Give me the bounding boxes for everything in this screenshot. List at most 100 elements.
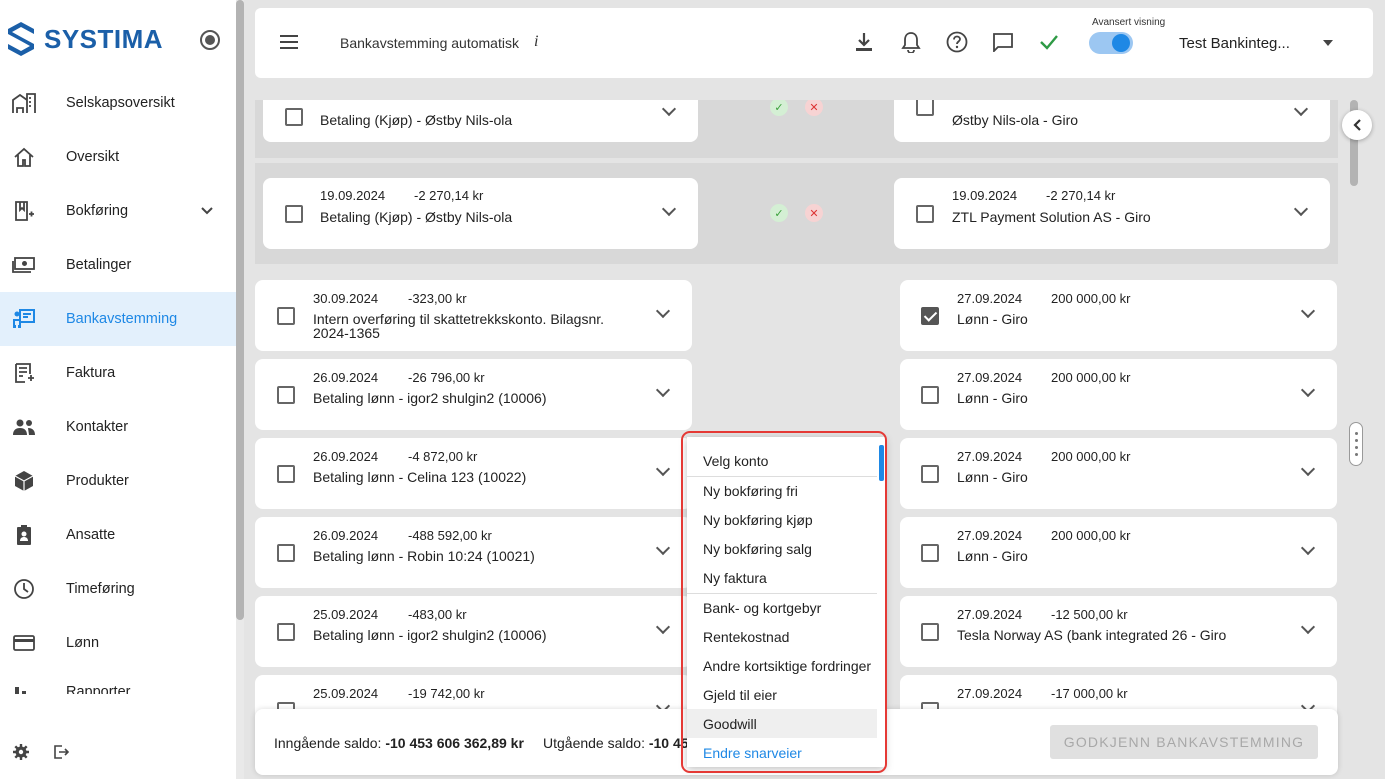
menu-item-bank-og-kortgebyr[interactable]: Bank- og kortgebyr bbox=[687, 593, 877, 622]
status-dot-icon[interactable] bbox=[200, 30, 220, 50]
chevron-down-icon[interactable] bbox=[200, 203, 214, 219]
sidebar-item-timeforing[interactable]: Timeføring bbox=[0, 562, 236, 616]
chevron-down-icon[interactable] bbox=[655, 382, 671, 398]
entry-description: Lønn - Giro bbox=[957, 390, 1028, 406]
chevron-down-icon[interactable] bbox=[1300, 461, 1316, 477]
help-icon[interactable] bbox=[945, 30, 969, 54]
chevron-down-icon[interactable] bbox=[655, 540, 671, 556]
chevron-down-icon[interactable] bbox=[1293, 101, 1309, 117]
entry-description: Tesla Norway AS (bank integrated 26 - Gi… bbox=[957, 627, 1227, 643]
bank-transaction-card[interactable]: 26.09.2024 -488 592,00 kr Betaling lønn … bbox=[255, 517, 692, 588]
menu-item-gjeld-til-eier[interactable]: Gjeld til eier bbox=[687, 680, 877, 709]
checkmark-icon[interactable] bbox=[1037, 30, 1061, 54]
select-checkbox[interactable] bbox=[921, 623, 939, 641]
matched-group: Betaling (Kjøp) - Østby Nils-ola ✓ ✕ Øst… bbox=[255, 100, 1338, 158]
menu-item-andre-kortsiktige-fordringer[interactable]: Andre kortsiktige fordringer bbox=[687, 651, 877, 680]
select-checkbox[interactable] bbox=[285, 205, 303, 223]
sidebar-item-produkter[interactable]: Produkter bbox=[0, 454, 236, 508]
chat-icon[interactable] bbox=[991, 30, 1015, 54]
sidebar-item-betalinger[interactable]: Betalinger bbox=[0, 238, 236, 292]
chevron-down-icon[interactable] bbox=[1300, 540, 1316, 556]
bell-icon[interactable] bbox=[899, 30, 923, 54]
accept-match-icon[interactable]: ✓ bbox=[770, 100, 788, 116]
bank-transaction-card[interactable]: 26.09.2024 -26 796,00 kr Betaling lønn -… bbox=[255, 359, 692, 430]
chevron-down-icon[interactable] bbox=[661, 201, 677, 217]
sidebar-item-lonn[interactable]: Lønn bbox=[0, 616, 236, 670]
entry-amount: 200 000,00 kr bbox=[1051, 291, 1131, 306]
select-checkbox[interactable] bbox=[277, 465, 295, 483]
accept-match-icon[interactable]: ✓ bbox=[770, 204, 788, 222]
opening-balance-label: Inngående saldo: bbox=[274, 735, 382, 751]
entry-date: 27.09.2024 bbox=[957, 607, 1023, 622]
ledger-entry-card[interactable]: 27.09.2024 200 000,00 kr Lønn - Giro bbox=[900, 280, 1337, 351]
caret-down-icon[interactable] bbox=[1323, 40, 1333, 46]
menu-item-ny-faktura[interactable]: Ny faktura bbox=[687, 563, 877, 592]
info-icon[interactable]: i bbox=[534, 33, 538, 51]
entry-amount: 200 000,00 kr bbox=[1051, 449, 1131, 464]
chevron-down-icon[interactable] bbox=[655, 461, 671, 477]
chevron-down-icon[interactable] bbox=[1300, 303, 1316, 319]
edit-shortcuts-link[interactable]: Endre snarveier bbox=[687, 738, 877, 767]
bank-transaction-card[interactable]: 19.09.2024 -2 270,14 kr Betaling (Kjøp) … bbox=[263, 178, 698, 249]
sidebar-item-bokforing[interactable]: Bokføring bbox=[0, 184, 236, 238]
bank-transaction-card[interactable]: 30.09.2024 -323,00 kr Intern overføring … bbox=[255, 280, 692, 351]
chevron-left-icon bbox=[1353, 119, 1361, 131]
approve-reconciliation-button[interactable]: GODKJENN BANKAVSTEMMING bbox=[1050, 725, 1318, 759]
sidebar-item-faktura[interactable]: Faktura bbox=[0, 346, 236, 400]
ledger-entry-card[interactable]: 27.09.2024 -12 500,00 kr Tesla Norway AS… bbox=[900, 596, 1337, 667]
sidebar-item-kontakter[interactable]: Kontakter bbox=[0, 400, 236, 454]
sidebar-item-bankavstemming[interactable]: Bankavstemming bbox=[0, 292, 236, 346]
chevron-down-icon[interactable] bbox=[655, 303, 671, 319]
sidebar-item-oversikt[interactable]: Oversikt bbox=[0, 130, 236, 184]
entry-date: 19.09.2024 bbox=[952, 188, 1018, 203]
select-checkbox[interactable] bbox=[921, 386, 939, 404]
select-checkbox[interactable] bbox=[285, 108, 303, 126]
select-checkbox[interactable] bbox=[916, 205, 934, 223]
ledger-entry-card[interactable]: 27.09.2024 200 000,00 kr Lønn - Giro bbox=[900, 517, 1337, 588]
ledger-entry-card[interactable]: Østby Nils-ola - Giro bbox=[894, 100, 1330, 142]
select-checkbox-checked[interactable] bbox=[921, 307, 939, 325]
sidebar-scrollbar[interactable] bbox=[236, 0, 244, 779]
select-checkbox[interactable] bbox=[277, 386, 295, 404]
sidebar-item-ansatte[interactable]: Ansatte bbox=[0, 508, 236, 562]
resize-handle[interactable] bbox=[1349, 422, 1363, 466]
menu-item-ny-bokforing-fri[interactable]: Ny bokføring fri bbox=[687, 476, 877, 505]
chevron-down-icon[interactable] bbox=[1300, 382, 1316, 398]
bank-transaction-card[interactable]: 25.09.2024 -483,00 kr Betaling lønn - ig… bbox=[255, 596, 692, 667]
select-checkbox[interactable] bbox=[921, 465, 939, 483]
chevron-down-icon[interactable] bbox=[655, 619, 671, 635]
payments-icon bbox=[12, 253, 36, 277]
logout-icon[interactable] bbox=[52, 743, 70, 764]
reject-match-icon[interactable]: ✕ bbox=[805, 204, 823, 222]
collapse-panel-button[interactable] bbox=[1342, 110, 1372, 140]
company-selector[interactable]: Test Bankinteg... bbox=[1179, 35, 1290, 52]
chevron-down-icon[interactable] bbox=[1300, 619, 1316, 635]
reject-match-icon[interactable]: ✕ bbox=[805, 100, 823, 116]
menu-icon[interactable] bbox=[280, 35, 298, 49]
menu-item-ny-bokforing-kjop[interactable]: Ny bokføring kjøp bbox=[687, 505, 877, 534]
select-checkbox[interactable] bbox=[277, 544, 295, 562]
settings-gear-icon[interactable] bbox=[12, 743, 30, 764]
entry-amount: 200 000,00 kr bbox=[1051, 528, 1131, 543]
sidebar-item-rapporter[interactable]: Rapporter bbox=[0, 670, 236, 694]
bank-transaction-card[interactable]: 26.09.2024 -4 872,00 kr Betaling lønn - … bbox=[255, 438, 692, 509]
matched-group: 19.09.2024 -2 270,14 kr Betaling (Kjøp) … bbox=[255, 163, 1338, 264]
ledger-entry-card[interactable]: 27.09.2024 200 000,00 kr Lønn - Giro bbox=[900, 359, 1337, 430]
sidebar-item-selskapsoversikt[interactable]: Selskapsoversikt bbox=[0, 76, 236, 130]
select-checkbox[interactable] bbox=[277, 623, 295, 641]
chevron-down-icon[interactable] bbox=[661, 101, 677, 117]
ledger-entry-card[interactable]: 27.09.2024 200 000,00 kr Lønn - Giro bbox=[900, 438, 1337, 509]
select-checkbox[interactable] bbox=[916, 100, 934, 116]
advanced-view-toggle[interactable] bbox=[1089, 32, 1133, 54]
chevron-down-icon[interactable] bbox=[1293, 201, 1309, 217]
ledger-entry-card[interactable]: 19.09.2024 -2 270,14 kr ZTL Payment Solu… bbox=[894, 178, 1330, 249]
bank-transaction-card[interactable]: Betaling (Kjøp) - Østby Nils-ola bbox=[263, 100, 698, 142]
menu-item-ny-bokforing-salg[interactable]: Ny bokføring salg bbox=[687, 534, 877, 563]
menu-item-goodwill[interactable]: Goodwill bbox=[687, 709, 877, 738]
menu-item-rentekostnad[interactable]: Rentekostnad bbox=[687, 622, 877, 651]
select-checkbox[interactable] bbox=[921, 544, 939, 562]
download-icon[interactable] bbox=[852, 30, 876, 54]
systima-logo[interactable]: SYSTIMA bbox=[6, 20, 163, 58]
select-checkbox[interactable] bbox=[277, 307, 295, 325]
dropdown-scrollbar[interactable] bbox=[879, 445, 884, 481]
